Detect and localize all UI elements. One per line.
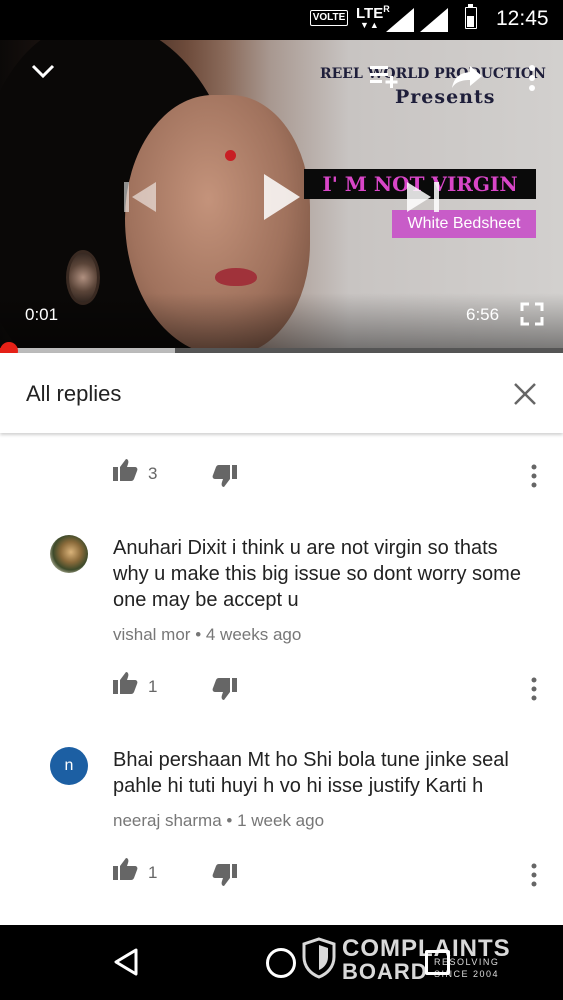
play-icon[interactable] (262, 172, 302, 222)
shield-icon (302, 937, 336, 979)
comment-age: 1 week ago (237, 811, 325, 830)
replies-panel-header: All replies (0, 353, 563, 433)
thumbs-down-icon[interactable] (212, 677, 238, 701)
fullscreen-icon[interactable] (520, 302, 544, 326)
thumbs-down-icon[interactable] (212, 863, 238, 887)
avatar[interactable] (50, 535, 88, 573)
signal-strength-icon-2 (420, 8, 448, 32)
replies-panel-title: All replies (26, 381, 122, 406)
status-bar: VOLTE LTER ▼▲ 12:45 (0, 0, 563, 40)
current-time: 0:01 (25, 305, 59, 324)
close-icon[interactable] (512, 381, 538, 407)
add-to-playlist-icon[interactable] (368, 62, 402, 90)
back-icon[interactable] (112, 947, 140, 977)
previous-video-icon[interactable] (122, 180, 158, 214)
signal-strength-icon (386, 8, 414, 32)
comment-author[interactable]: vishal mor (113, 625, 190, 644)
comment-actions-row: 1 (0, 857, 563, 897)
comment-text: Bhai pershaan Mt ho Shi bola tune jinke … (113, 749, 509, 797)
like-count: 1 (148, 677, 158, 696)
thumbs-up-icon[interactable] (112, 671, 138, 695)
comment-meta: neeraj sharma • 1 week ago (113, 811, 325, 830)
battery-icon (465, 4, 477, 29)
like-count: 3 (148, 464, 158, 483)
watermark-tagline: RESOLVING SINCE 2004 (434, 956, 499, 980)
home-icon[interactable] (266, 948, 296, 978)
video-player[interactable]: REEL WORLD PRODUCTION Presents I' M NOT … (0, 40, 563, 353)
video-frame-lips (215, 268, 257, 286)
comment-author[interactable]: neeraj sharma (113, 811, 222, 830)
like-count: 1 (148, 863, 158, 882)
comment-age: 4 weeks ago (205, 625, 302, 644)
watermark-tag1: RESOLVING (434, 957, 500, 967)
comment-meta: vishal mor • 4 weeks ago (113, 625, 302, 644)
thumbs-down-icon[interactable] (212, 464, 238, 488)
video-duration: 6:56 (466, 305, 500, 324)
data-activity-icon: ▼▲ (360, 20, 380, 30)
thumbs-up-icon[interactable] (112, 857, 138, 881)
watermark-line2: BOARD (342, 959, 428, 984)
video-frame-bindi (225, 150, 236, 161)
clock: 12:45 (496, 7, 549, 30)
film-subtitle: White Bedsheet (392, 210, 536, 238)
comment-actions-row: 3 (0, 458, 563, 498)
comment-more-icon[interactable] (530, 863, 538, 887)
studio-credit: REEL WORLD PRODUCTION (320, 66, 546, 82)
watermark-tag2: SINCE 2004 (434, 969, 500, 979)
share-icon[interactable] (450, 64, 484, 90)
thumbs-up-icon[interactable] (112, 458, 138, 482)
avatar[interactable]: n (50, 747, 88, 785)
comment-more-icon[interactable] (530, 464, 538, 488)
minimize-chevron-icon[interactable] (30, 62, 56, 80)
next-video-icon[interactable] (405, 180, 441, 214)
comment-actions-row: 1 (0, 671, 563, 711)
volte-indicator: VOLTE (310, 10, 348, 26)
comment-text: Anuhari Dixit i think u are not virgin s… (113, 537, 521, 611)
comment-more-icon[interactable] (530, 677, 538, 701)
more-options-icon[interactable] (527, 64, 537, 92)
